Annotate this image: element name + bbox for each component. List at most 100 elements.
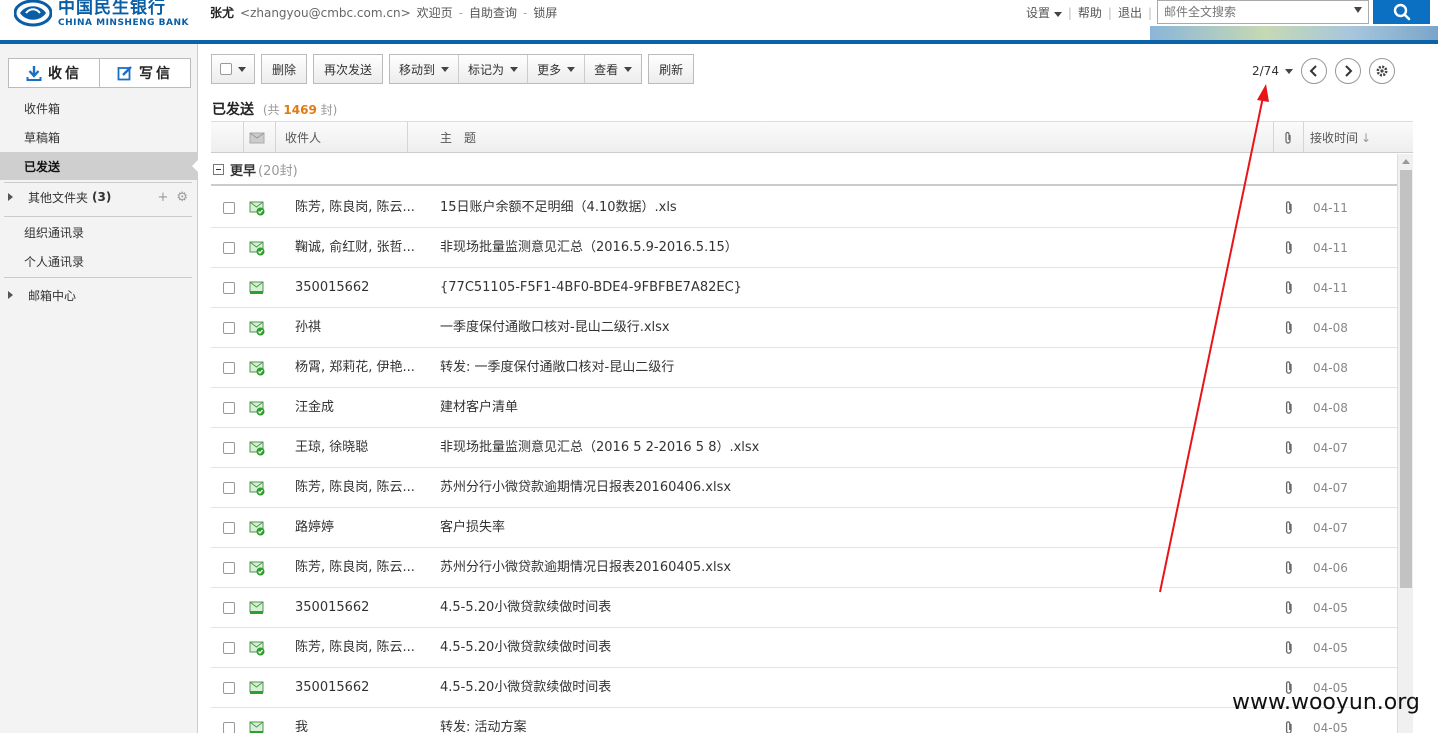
table-row[interactable]: 王琼, 徐晓聪 非现场批量监测意见汇总（2016 5 2-2016 5 8）.xl… bbox=[211, 428, 1397, 468]
group-header[interactable]: 更早 (20封) bbox=[211, 154, 1397, 186]
recipient-cell[interactable]: 350015662 bbox=[295, 588, 425, 628]
subject-cell[interactable]: 4.5-5.20小微贷款续做时间表 bbox=[440, 628, 1260, 668]
row-checkbox[interactable] bbox=[223, 602, 235, 614]
search-scope-dropdown-icon[interactable] bbox=[1354, 7, 1362, 13]
row-checkbox[interactable] bbox=[223, 282, 235, 294]
page-select[interactable]: 2/74 bbox=[1252, 64, 1293, 78]
recipient-cell[interactable]: 路婷婷 bbox=[295, 508, 425, 548]
row-checkbox[interactable] bbox=[223, 362, 235, 374]
row-checkbox[interactable] bbox=[223, 402, 235, 414]
table-row[interactable]: 350015662 4.5-5.20小微贷款续做时间表 04-05 bbox=[211, 588, 1397, 628]
table-row[interactable]: 350015662 4.5-5.20小微贷款续做时间表 04-05 bbox=[211, 668, 1397, 708]
sidebar-item-inbox[interactable]: 收件箱 bbox=[0, 94, 198, 122]
scroll-up-icon[interactable] bbox=[1402, 159, 1410, 164]
subject-cell[interactable]: 客户损失率 bbox=[440, 508, 1260, 548]
resend-button[interactable]: 再次发送 bbox=[313, 54, 384, 84]
help-link[interactable]: 帮助 bbox=[1078, 4, 1102, 21]
move-to-menu[interactable]: 移动到 bbox=[390, 55, 458, 83]
table-row[interactable]: 陈芳, 陈良岗, 陈云... 15日账户余额不足明细（4.10数据）.xls 04-… bbox=[211, 188, 1397, 228]
select-all-checkbox[interactable] bbox=[220, 63, 232, 75]
lock-screen-link[interactable]: 锁屏 bbox=[533, 4, 557, 21]
logout-link[interactable]: 退出 bbox=[1118, 4, 1142, 21]
recipient-cell[interactable]: 杨霄, 郑莉花, 伊艳... bbox=[295, 348, 425, 388]
attachment-column-header[interactable] bbox=[1283, 122, 1293, 153]
recipient-cell[interactable]: 鞠诚, 俞红财, 张哲... bbox=[295, 228, 425, 268]
subject-cell[interactable]: 一季度保付通敞口核对-昆山二级行.xlsx bbox=[440, 308, 1260, 348]
sidebar-item-other-folders[interactable]: 其他文件夹 (3) + ⚙ bbox=[0, 183, 198, 211]
settings-menu[interactable]: 设置 bbox=[1026, 4, 1062, 21]
sidebar-item-sent[interactable]: 已发送 bbox=[0, 152, 199, 180]
welcome-link[interactable]: 欢迎页 bbox=[417, 4, 453, 21]
received-time-column-header[interactable]: 接收时间 ↓ bbox=[1310, 122, 1371, 153]
recipient-cell[interactable]: 陈芳, 陈良岗, 陈云... bbox=[295, 548, 425, 588]
recipient-cell[interactable]: 我 bbox=[295, 708, 425, 733]
table-row[interactable]: 汪金成 建材客户清单 04-08 bbox=[211, 388, 1397, 428]
table-row[interactable]: 陈芳, 陈良岗, 陈云... 苏州分行小微贷款逾期情况日报表20160405.xl… bbox=[211, 548, 1397, 588]
expand-arrow-icon[interactable] bbox=[8, 291, 13, 299]
table-row[interactable]: 路婷婷 客户损失率 04-07 bbox=[211, 508, 1397, 548]
subject-cell[interactable]: 4.5-5.20小微贷款续做时间表 bbox=[440, 668, 1260, 708]
table-row[interactable]: 我转发: 活动方案 04-05 bbox=[211, 708, 1397, 733]
row-checkbox[interactable] bbox=[223, 442, 235, 454]
subject-cell[interactable]: 苏州分行小微贷款逾期情况日报表20160406.xlsx bbox=[440, 468, 1260, 508]
search-input[interactable] bbox=[1158, 1, 1348, 23]
gear-icon[interactable]: ⚙ bbox=[176, 190, 188, 205]
row-checkbox[interactable] bbox=[223, 202, 235, 214]
recipient-cell[interactable]: 陈芳, 陈良岗, 陈云... bbox=[295, 628, 425, 668]
next-page-button[interactable] bbox=[1334, 58, 1361, 84]
subject-cell[interactable]: 转发: 一季度保付通敞口核对-昆山二级行 bbox=[440, 348, 1260, 388]
list-settings-button[interactable] bbox=[1368, 58, 1395, 84]
scrollbar-thumb[interactable] bbox=[1400, 170, 1412, 588]
row-checkbox[interactable] bbox=[223, 682, 235, 694]
row-checkbox[interactable] bbox=[223, 722, 235, 733]
row-checkbox[interactable] bbox=[223, 642, 235, 654]
sidebar-item-personal-contacts[interactable]: 个人通讯录 bbox=[0, 247, 198, 275]
recipient-column-header[interactable]: 收件人 bbox=[285, 122, 321, 153]
select-all-dropdown[interactable] bbox=[211, 54, 255, 84]
bank-logo[interactable]: 中国民生银行 CHINA MINSHENG BANK bbox=[13, 0, 189, 28]
sidebar-item-mail-center[interactable]: 邮箱中心 bbox=[0, 281, 198, 309]
refresh-button[interactable]: 刷新 bbox=[648, 54, 695, 84]
table-row[interactable]: 陈芳, 陈良岗, 陈云... 4.5-5.20小微贷款续做时间表 04-05 bbox=[211, 628, 1397, 668]
recipient-cell[interactable]: 孙祺 bbox=[295, 308, 425, 348]
table-row[interactable]: 陈芳, 陈良岗, 陈云... 苏州分行小微贷款逾期情况日报表20160406.xl… bbox=[211, 468, 1397, 508]
row-checkbox[interactable] bbox=[223, 522, 235, 534]
recipient-cell[interactable]: 王琼, 徐晓聪 bbox=[295, 428, 425, 468]
subject-column-header[interactable]: 主 题 bbox=[440, 122, 476, 153]
subject-cell[interactable]: 非现场批量监测意见汇总（2016 5 2-2016 5 8）.xlsx bbox=[440, 428, 1260, 468]
subject-cell[interactable]: 苏州分行小微贷款逾期情况日报表20160405.xlsx bbox=[440, 548, 1260, 588]
sidebar-item-drafts[interactable]: 草稿箱 bbox=[0, 123, 198, 151]
subject-cell[interactable]: 4.5-5.20小微贷款续做时间表 bbox=[440, 588, 1260, 628]
table-row[interactable]: 杨霄, 郑莉花, 伊艳... 转发: 一季度保付通敞口核对-昆山二级行 04-08 bbox=[211, 348, 1397, 388]
subject-cell[interactable]: 转发: 活动方案 bbox=[440, 708, 1260, 733]
subject-cell[interactable]: 非现场批量监测意见汇总（2016.5.9-2016.5.15） bbox=[440, 228, 1260, 268]
more-menu[interactable]: 更多 bbox=[527, 55, 584, 83]
self-service-link[interactable]: 自助查询 bbox=[469, 4, 517, 21]
table-row[interactable]: 鞠诚, 俞红财, 张哲... 非现场批量监测意见汇总（2016.5.9-2016.… bbox=[211, 228, 1397, 268]
row-checkbox[interactable] bbox=[223, 482, 235, 494]
prev-page-button[interactable] bbox=[1300, 58, 1327, 84]
subject-cell[interactable]: 建材客户清单 bbox=[440, 388, 1260, 428]
table-row[interactable]: 350015662 {77C51105-F5F1-4BF0-BDE4-9FBFBE… bbox=[211, 268, 1397, 308]
table-row[interactable]: 孙祺 一季度保付通敞口核对-昆山二级行.xlsx 04-08 bbox=[211, 308, 1397, 348]
collapse-icon[interactable] bbox=[213, 163, 224, 175]
subject-cell[interactable]: {77C51105-F5F1-4BF0-BDE4-9FBFBE7A82EC} bbox=[440, 268, 1260, 308]
expand-arrow-icon[interactable] bbox=[8, 193, 13, 201]
row-checkbox[interactable] bbox=[223, 242, 235, 254]
list-scrollbar[interactable] bbox=[1397, 154, 1413, 733]
search-button[interactable] bbox=[1373, 0, 1430, 24]
add-folder-icon[interactable]: + bbox=[157, 190, 168, 205]
recipient-cell[interactable]: 汪金成 bbox=[295, 388, 425, 428]
recipient-cell[interactable]: 陈芳, 陈良岗, 陈云... bbox=[295, 188, 425, 228]
sidebar-item-org-contacts[interactable]: 组织通讯录 bbox=[0, 218, 198, 246]
recipient-cell[interactable]: 350015662 bbox=[295, 268, 425, 308]
receive-button[interactable]: 收信 bbox=[9, 59, 99, 87]
read-status-column[interactable] bbox=[249, 122, 269, 153]
delete-button[interactable]: 删除 bbox=[261, 54, 308, 84]
row-checkbox[interactable] bbox=[223, 562, 235, 574]
view-menu[interactable]: 查看 bbox=[584, 55, 641, 83]
recipient-cell[interactable]: 350015662 bbox=[295, 668, 425, 708]
mark-as-menu[interactable]: 标记为 bbox=[458, 55, 527, 83]
row-checkbox[interactable] bbox=[223, 322, 235, 334]
compose-button[interactable]: 写信 bbox=[99, 59, 190, 87]
